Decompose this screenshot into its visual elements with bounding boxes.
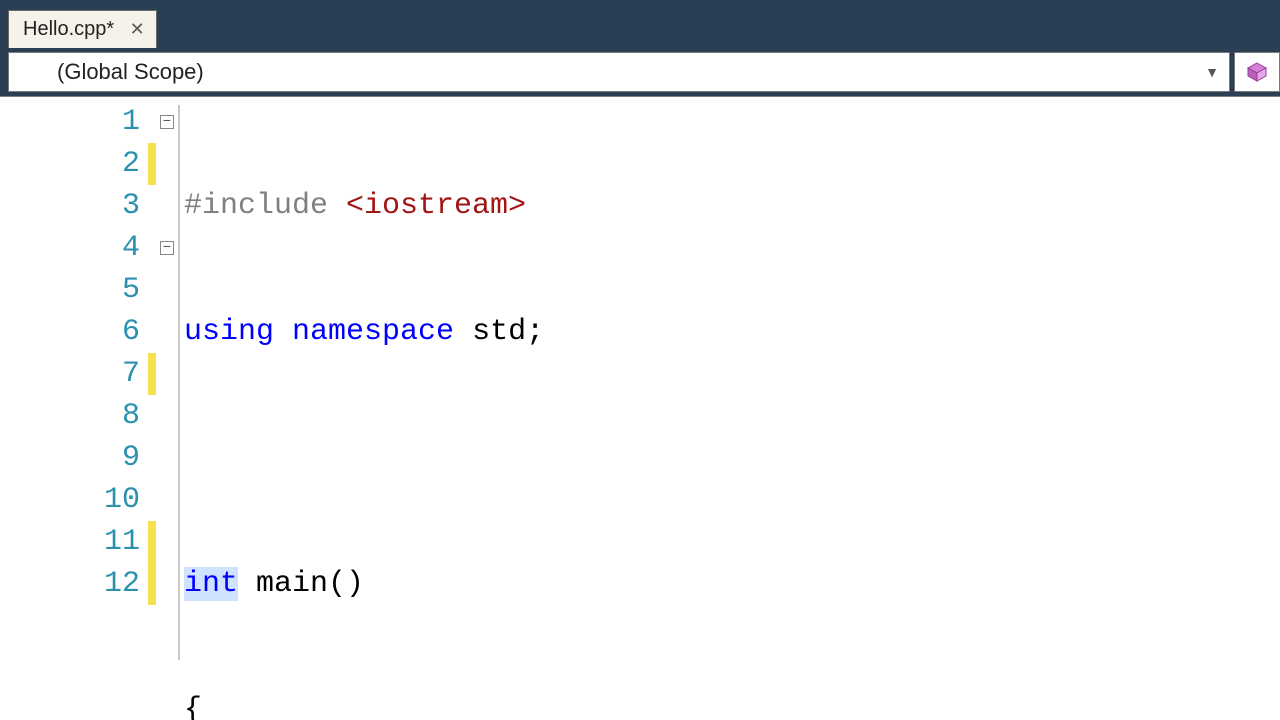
change-marker bbox=[148, 143, 156, 185]
line-number: 12 bbox=[0, 563, 140, 605]
scope-dropdown-label: (Global Scope) bbox=[57, 59, 204, 85]
change-marker bbox=[148, 185, 156, 227]
chevron-down-icon: ▼ bbox=[1205, 64, 1219, 80]
line-number: 4 bbox=[0, 227, 140, 269]
code-content[interactable]: #include <iostream> using namespace std;… bbox=[180, 97, 760, 720]
change-indicator-gutter bbox=[148, 97, 156, 720]
change-marker bbox=[148, 311, 156, 353]
change-marker bbox=[148, 353, 156, 395]
token-space bbox=[454, 315, 472, 349]
token-keyword: namespace bbox=[292, 315, 454, 349]
line-number: 3 bbox=[0, 185, 140, 227]
code-line[interactable] bbox=[184, 437, 760, 479]
tab-bar: Hello.cpp* ✕ bbox=[0, 0, 1280, 48]
change-marker bbox=[148, 395, 156, 437]
line-number: 1 bbox=[0, 101, 140, 143]
line-number: 9 bbox=[0, 437, 140, 479]
line-number: 7 bbox=[0, 353, 140, 395]
close-icon[interactable]: ✕ bbox=[128, 21, 146, 39]
change-marker bbox=[148, 227, 156, 269]
change-marker bbox=[148, 101, 156, 143]
line-number: 6 bbox=[0, 311, 140, 353]
token-include: <iostream> bbox=[346, 189, 526, 223]
file-tab[interactable]: Hello.cpp* ✕ bbox=[8, 10, 157, 48]
cube-icon bbox=[1246, 61, 1268, 83]
token-keyword: int bbox=[184, 567, 238, 601]
token-keyword: using bbox=[184, 315, 274, 349]
scope-bar: (Global Scope) ▼ bbox=[0, 48, 1280, 96]
code-line[interactable]: { bbox=[184, 689, 760, 720]
fold-toggle-icon[interactable]: − bbox=[160, 115, 174, 129]
change-marker bbox=[148, 269, 156, 311]
fold-toggle-icon[interactable]: − bbox=[160, 241, 174, 255]
fold-gutter: − − bbox=[156, 97, 178, 720]
change-marker bbox=[148, 563, 156, 605]
token-preproc: #include bbox=[184, 189, 346, 223]
line-number: 2 bbox=[0, 143, 140, 185]
line-number-gutter: 1 2 3 4 5 6 7 8 9 10 11 12 bbox=[0, 97, 148, 720]
member-dropdown[interactable] bbox=[1234, 52, 1280, 92]
scope-dropdown[interactable]: (Global Scope) ▼ bbox=[8, 52, 1230, 92]
change-marker bbox=[148, 521, 156, 563]
change-marker bbox=[148, 437, 156, 479]
code-editor[interactable]: 1 2 3 4 5 6 7 8 9 10 11 12 − − bbox=[0, 96, 1280, 720]
code-line[interactable]: #include <iostream> bbox=[184, 185, 760, 227]
line-number: 5 bbox=[0, 269, 140, 311]
token-space bbox=[274, 315, 292, 349]
token-identifier: main() bbox=[238, 567, 364, 601]
line-number: 8 bbox=[0, 395, 140, 437]
change-marker bbox=[148, 479, 156, 521]
line-number: 11 bbox=[0, 521, 140, 563]
code-line[interactable]: int main() bbox=[184, 563, 760, 605]
code-line[interactable]: using namespace std; bbox=[184, 311, 760, 353]
token-brace: { bbox=[184, 693, 202, 720]
file-tab-title: Hello.cpp* bbox=[23, 18, 114, 41]
token-identifier: std; bbox=[472, 315, 544, 349]
line-number: 10 bbox=[0, 479, 140, 521]
